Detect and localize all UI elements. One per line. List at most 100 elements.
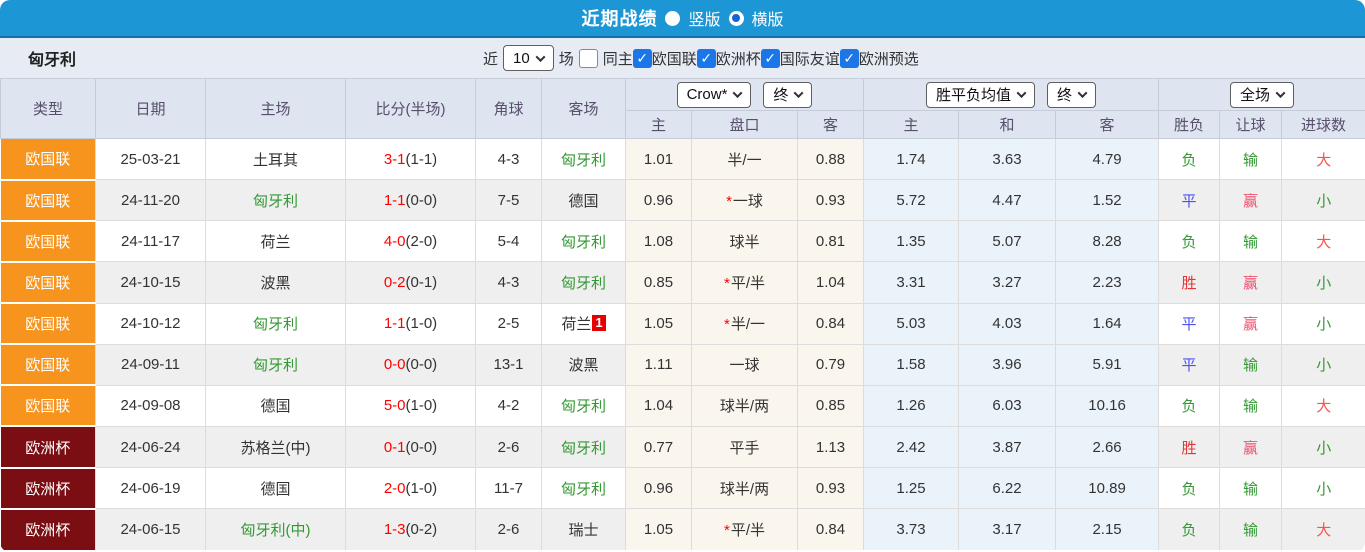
cell-avg-home: 2.42 — [863, 425, 960, 469]
goals-result-text: 小 — [1316, 480, 1332, 498]
cell-result: 负 — [1158, 467, 1221, 510]
games-count-select[interactable]: 10 — [503, 45, 554, 71]
result-text: 负 — [1181, 151, 1197, 169]
table-row: 欧洲杯 24-06-24 苏格兰(中) 0-1(0-0) 2-6 匈牙利 0.77 平手 1.1… — [0, 425, 1365, 469]
recent-results-panel: 近期战绩 竖版 横版 匈牙利 近 10 场 同主 欧国联欧洲杯国际友谊欧洲预选 — [0, 0, 1365, 552]
half-time-score: (0-0) — [405, 438, 438, 456]
cell-score: 2-0(1-0) — [345, 467, 476, 510]
cell-away-team: 匈牙利 — [541, 425, 626, 469]
home-team-name: 土耳其 — [252, 151, 298, 169]
cell-odds-away: 1.13 — [796, 425, 865, 469]
cell-result: 负 — [1158, 508, 1221, 550]
cell-goals-result: 大 — [1281, 137, 1365, 181]
cell-result: 平 — [1158, 302, 1221, 345]
cell-handicap-result: 输 — [1219, 220, 1283, 263]
page-title: 近期战绩 — [581, 9, 658, 29]
league-checkbox[interactable] — [696, 48, 716, 68]
same-home-checkbox[interactable] — [578, 48, 598, 68]
cell-odds-home: 0.77 — [625, 425, 692, 469]
filter-controls: 近 10 场 同主 欧国联欧洲杯国际友谊欧洲预选 — [483, 38, 919, 78]
avg-stage-select[interactable]: 终 — [1047, 81, 1097, 108]
cell-handicap: *平/半 — [691, 261, 798, 304]
league-checkbox[interactable] — [760, 48, 780, 68]
cell-league-type: 欧国联 — [0, 385, 96, 428]
cell-corner: 4-2 — [475, 384, 542, 427]
cell-league-type: 欧国联 — [0, 261, 96, 305]
cell-away-team: 匈牙利 — [541, 137, 626, 181]
same-home-label[interactable]: 同主 — [603, 48, 633, 69]
full-time-score: 0-2 — [383, 273, 406, 291]
away-team-name: 德国 — [568, 192, 599, 210]
cell-score: 1-1(1-0) — [345, 302, 476, 345]
cell-date: 24-06-15 — [95, 508, 206, 550]
cell-odds-home: 1.05 — [625, 508, 692, 550]
odds-company-select[interactable]: Crow* — [676, 81, 752, 108]
league-checkbox-label[interactable]: 欧国联 — [652, 48, 697, 69]
cell-league-type: 欧洲杯 — [0, 467, 96, 510]
goals-result-text: 大 — [1316, 398, 1332, 416]
cell-avg-draw: 4.47 — [958, 179, 1057, 222]
cell-handicap: 半/一 — [691, 137, 798, 181]
cell-score: 0-1(0-0) — [345, 425, 476, 469]
radio-horizontal-layout[interactable] — [728, 10, 744, 26]
league-checkbox-label[interactable]: 欧洲杯 — [716, 48, 761, 69]
avg-type-select[interactable]: 胜平负均值 — [926, 81, 1036, 108]
cell-odds-home: 0.96 — [625, 467, 692, 510]
handicap-star: * — [726, 192, 732, 210]
avg-type-value: 胜平负均值 — [936, 87, 1012, 104]
cell-score: 1-3(0-2) — [345, 508, 476, 550]
table-row: 欧国联 24-09-11 匈牙利 0-0(0-0) 13-1 波黑 1.11 一球 0.79 1.… — [0, 343, 1365, 387]
chevron-down-icon — [1275, 88, 1286, 99]
away-team-name: 匈牙利 — [560, 439, 606, 457]
full-time-score: 0-0 — [383, 356, 406, 374]
goals-result-text: 大 — [1316, 233, 1332, 251]
handicap-result-text: 输 — [1243, 233, 1259, 251]
cell-corner: 7-5 — [475, 179, 542, 222]
cell-handicap-result: 赢 — [1219, 302, 1283, 345]
radio-vertical-label[interactable]: 竖版 — [688, 6, 720, 30]
result-text: 负 — [1181, 398, 1197, 416]
league-checkbox[interactable] — [839, 48, 859, 68]
scope-select[interactable]: 全场 — [1230, 81, 1295, 108]
home-team-name: 荷兰 — [260, 233, 291, 251]
cell-avg-draw: 3.87 — [958, 425, 1057, 469]
table-row: 欧洲杯 24-06-15 匈牙利(中) 1-3(0-2) 2-6 瑞士 1.05 *平/半 0.… — [0, 508, 1365, 550]
cell-league-type: 欧国联 — [0, 303, 96, 346]
avg-select-group: 胜平负均值 终 — [863, 78, 1160, 111]
home-team-name: 匈牙利 — [252, 316, 298, 334]
cell-home-team: 匈牙利(中) — [205, 508, 346, 550]
sub-header-odds-home: 主 — [625, 110, 692, 139]
cell-avg-away: 1.64 — [1055, 302, 1160, 345]
home-team-name: 匈牙利(中) — [240, 522, 311, 540]
handicap-text: 平手 — [729, 439, 760, 457]
cell-away-team: 荷兰 1 — [541, 302, 626, 345]
cell-odds-away: 0.79 — [796, 343, 865, 386]
radio-horizontal-label[interactable]: 横版 — [752, 6, 784, 30]
cell-result: 平 — [1158, 179, 1221, 222]
cell-handicap: 球半 — [691, 220, 798, 263]
cell-odds-home: 1.01 — [625, 137, 692, 181]
cell-result: 胜 — [1158, 261, 1221, 304]
league-checkbox-label[interactable]: 欧洲预选 — [859, 48, 919, 69]
cell-league-type: 欧国联 — [0, 220, 96, 263]
cell-avg-away: 2.15 — [1055, 508, 1160, 550]
half-time-score: (2-0) — [405, 232, 438, 250]
cell-handicap-result: 输 — [1219, 137, 1283, 181]
chevron-down-icon — [1016, 88, 1027, 99]
table-row: 欧国联 24-10-15 波黑 0-2(0-1) 4-3 匈牙利 0.85 *平/半 1.04 3… — [0, 261, 1365, 305]
cell-home-team: 荷兰 — [205, 220, 346, 263]
league-checkbox[interactable] — [632, 48, 652, 68]
sub-header-avg-away: 客 — [1055, 110, 1160, 139]
odds-select-group: Crow* 终 — [624, 78, 865, 111]
radio-vertical-layout[interactable] — [665, 10, 681, 26]
odds-stage-select[interactable]: 终 — [763, 81, 813, 108]
league-checkbox-label[interactable]: 国际友谊 — [780, 48, 840, 69]
cell-odds-away: 0.85 — [796, 384, 865, 427]
goals-result-text: 小 — [1316, 357, 1332, 375]
handicap-result-text: 赢 — [1243, 274, 1259, 292]
topbar: 近期战绩 竖版 横版 — [0, 0, 1365, 38]
cell-avg-home: 1.58 — [863, 343, 960, 386]
sub-header-goals: 进球数 — [1281, 110, 1365, 139]
cell-corner: 13-1 — [475, 343, 542, 386]
handicap-result-text: 输 — [1243, 151, 1259, 169]
